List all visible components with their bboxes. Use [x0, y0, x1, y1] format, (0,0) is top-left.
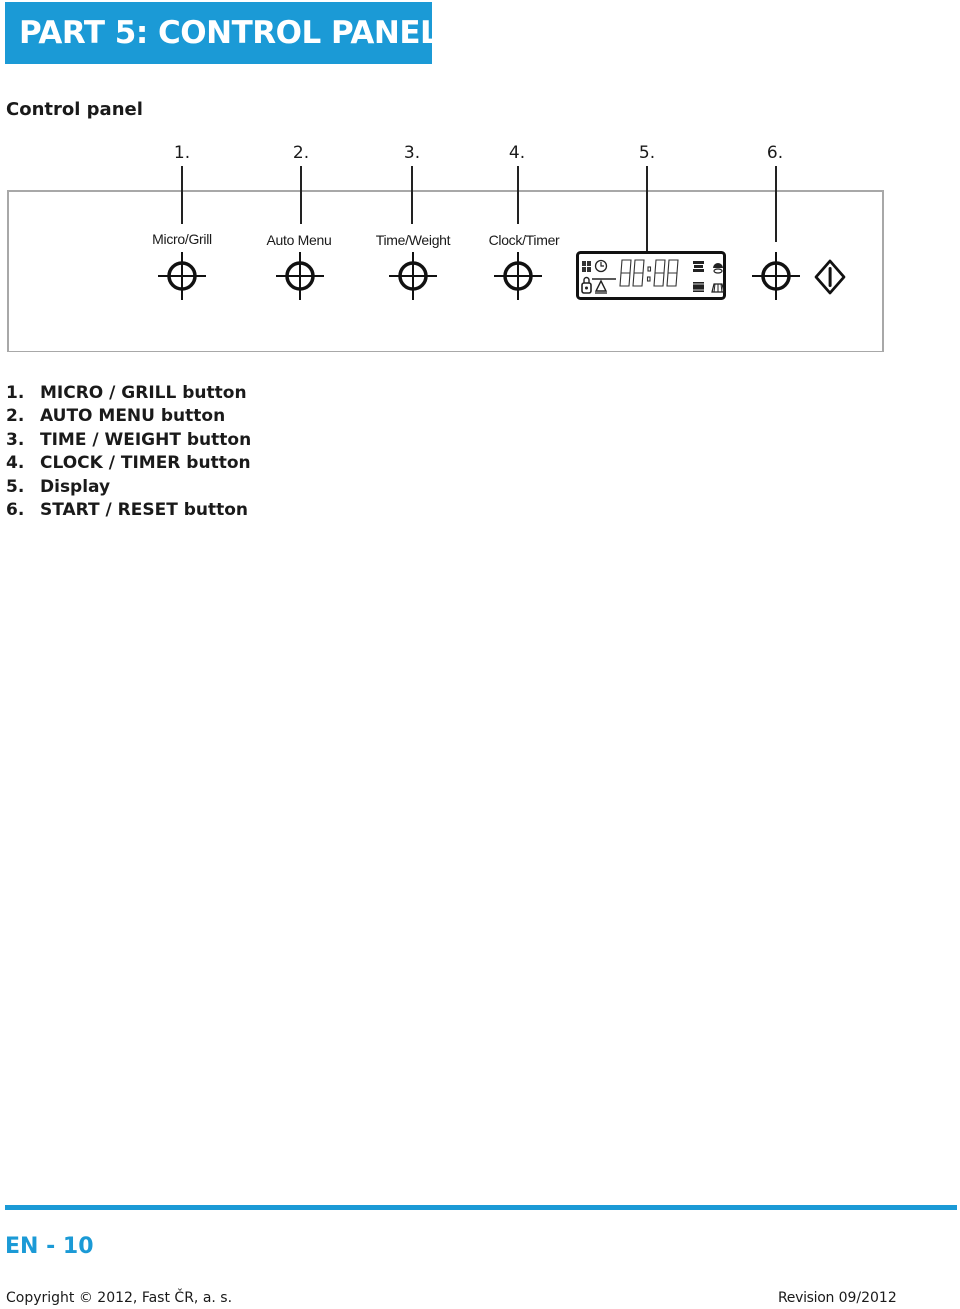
micro-grill-button[interactable] — [157, 251, 207, 301]
callout-1: 1. — [173, 143, 191, 163]
callout-line-6 — [775, 166, 777, 242]
callout-line-3 — [411, 166, 413, 224]
crosshair-knob-icon — [158, 252, 206, 300]
micro-power-icon — [693, 261, 704, 272]
legend-item: 1. MICRO / GRILL button — [6, 383, 247, 403]
footer-divider — [5, 1205, 957, 1210]
callout-line-1 — [181, 166, 183, 224]
section-subtitle: Control panel — [6, 99, 143, 120]
callout-3: 3. — [403, 143, 421, 163]
legend-item: 3. TIME / WEIGHT button — [6, 429, 252, 450]
revision-info: Revision 09/2012 — [778, 1290, 897, 1306]
callout-line-4 — [517, 166, 519, 224]
legend-item: 2. AUTO MENU button — [6, 406, 226, 427]
revision-label: Revision — [778, 1290, 835, 1306]
callout-2: 2. — [292, 143, 310, 163]
clock-timer-label: Clock/Timer — [488, 232, 560, 248]
copyright-text: Copyright © 2012, Fast ČR, a. s. — [6, 1290, 233, 1306]
defrost-icon — [582, 261, 591, 272]
crosshair-knob-icon — [276, 252, 324, 300]
time-weight-button[interactable] — [388, 251, 438, 301]
section-banner: PART 5: CONTROL PANEL — [5, 2, 440, 64]
callout-5: 5. — [638, 143, 656, 163]
crosshair-knob-icon — [389, 252, 437, 300]
revision-value: 09/2012 — [838, 1290, 897, 1306]
page-title: PART 5: CONTROL PANEL — [19, 15, 440, 51]
auto-menu-button[interactable] — [275, 251, 325, 301]
auto-menu-label: Auto Menu — [266, 232, 332, 248]
start-reset-knob[interactable] — [751, 251, 801, 301]
crosshair-knob-icon — [494, 252, 542, 300]
legend-item: 4. CLOCK / TIMER button — [6, 453, 251, 474]
micro-grill-label: Micro/Grill — [152, 231, 212, 247]
legend-item: 6. START / RESET button — [6, 500, 249, 521]
crosshair-knob-icon — [752, 252, 800, 300]
legend-item: 5. Display — [6, 476, 111, 497]
time-weight-label: Time/Weight — [375, 232, 451, 248]
callout-6: 6. — [766, 143, 784, 163]
lcd-display — [576, 251, 726, 300]
grill-icon — [693, 282, 704, 292]
callout-line-2 — [300, 166, 302, 224]
legend-list: 1. MICRO / GRILL button 2. AUTO MENU butto… — [6, 382, 251, 522]
clock-timer-button[interactable] — [493, 251, 543, 301]
start-reset-icon[interactable] — [812, 258, 848, 296]
callout-4: 4. — [508, 143, 526, 163]
page-number: EN - 10 — [5, 1234, 94, 1259]
callout-line-5 — [646, 166, 648, 252]
